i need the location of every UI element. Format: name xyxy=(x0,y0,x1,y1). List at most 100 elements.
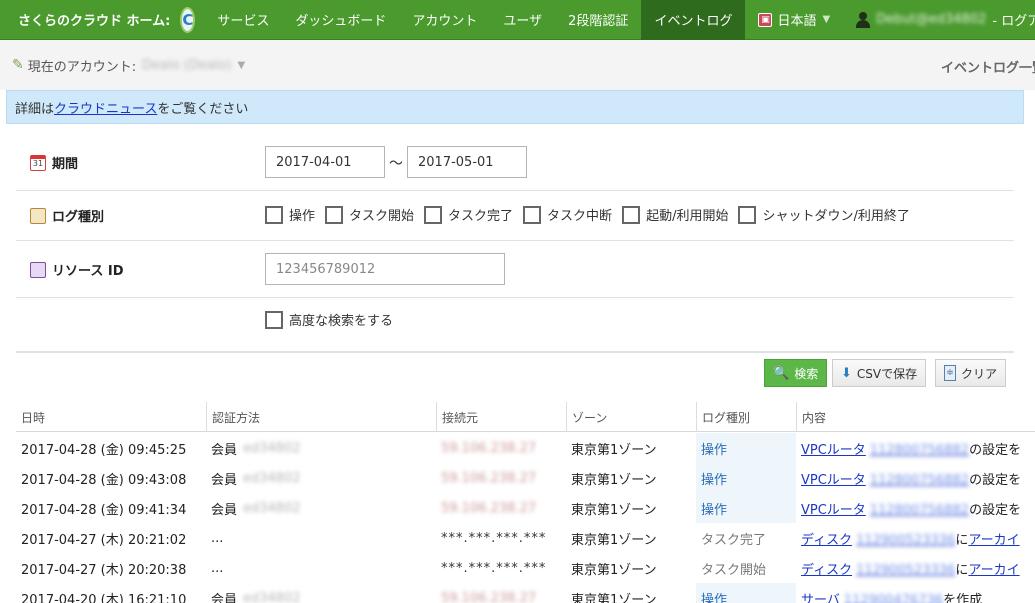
period-to-input[interactable]: 2017-05-01 xyxy=(407,146,527,178)
archive-link[interactable]: アーカイ xyxy=(968,529,1019,548)
archive-link[interactable]: アーカイ xyxy=(968,559,1019,578)
checkbox[interactable] xyxy=(622,205,641,224)
auth-member-id: ed34802 xyxy=(243,440,301,456)
logout-link[interactable]: - ログアウト xyxy=(992,10,1035,29)
auth-method: ... xyxy=(211,560,224,576)
table-row[interactable]: 2017-04-27 (木) 20:20:38... ***.***.***.**… xyxy=(16,553,1035,583)
period-from-input[interactable]: 2017-04-01 xyxy=(265,146,385,178)
search-button-label: 検索 xyxy=(794,366,819,381)
resource-link[interactable]: ディスク 112900523336 xyxy=(801,559,955,578)
log-type-option-task-abort[interactable]: タスク中断 xyxy=(523,205,612,224)
checkbox[interactable] xyxy=(325,205,344,224)
cell-auth: 会員 ed34802 xyxy=(206,493,436,523)
account-name[interactable]: Dealo (Dealo) xyxy=(142,58,231,73)
action-text: に xyxy=(955,532,969,548)
nav-dashboard[interactable]: ダッシュボード xyxy=(282,0,399,40)
resource-link[interactable]: VPCルータ 112800756882 xyxy=(801,469,969,488)
chevron-down-icon: ▼ xyxy=(822,14,831,25)
period-separator: 〜 xyxy=(389,156,403,172)
cell-zone: 東京第1ゾーン xyxy=(571,562,657,578)
column-content[interactable]: 内容 xyxy=(796,402,1035,432)
auth-method: 会員 xyxy=(211,502,238,518)
resource-icon xyxy=(30,261,46,278)
column-log-type[interactable]: ログ種別 xyxy=(696,402,796,432)
checkbox[interactable] xyxy=(523,205,542,224)
log-type-icon xyxy=(30,207,46,224)
column-auth[interactable]: 認証方法 xyxy=(206,402,436,432)
resource-id: 112800756882 xyxy=(869,442,970,458)
source-ip: ***.***.***.*** xyxy=(441,560,547,576)
resource-link[interactable]: VPCルータ 112800756882 xyxy=(801,439,969,458)
csv-save-button[interactable]: ⬇ CSVで保存 xyxy=(832,359,927,387)
cloud-news-link[interactable]: クラウドニュース xyxy=(54,98,157,117)
nav-two-factor[interactable]: 2段階認証 xyxy=(555,0,641,40)
log-type-row: ログ種別 操作 タスク開始 タスク完了 タスク中断 起動/利用開始 シャットダウ… xyxy=(16,191,1014,241)
cell-datetime: 2017-04-28 (金) 09:45:25 xyxy=(21,442,187,458)
search-button[interactable]: 🔍 検索 xyxy=(764,359,828,387)
log-type-option-task-complete[interactable]: タスク完了 xyxy=(424,205,513,224)
auth-member-id: ed34802 xyxy=(243,470,301,486)
option-label: タスク完了 xyxy=(448,209,514,224)
table-row[interactable]: 2017-04-28 (金) 09:43:08 会員 ed34802 59.106.2… xyxy=(16,463,1035,493)
user-menu[interactable]: Debut@ed34802 - ログアウト xyxy=(843,0,1035,40)
account-bar: ✎ 現在のアカウント: Dealo (Dealo) ▼ イベントログ一覧 xyxy=(0,40,1035,90)
auth-method: 会員 xyxy=(211,442,238,458)
download-icon: ⬇ xyxy=(841,365,852,381)
calendar-icon: 31 xyxy=(30,154,46,171)
nav-account[interactable]: アカウント xyxy=(399,0,490,40)
checkbox[interactable] xyxy=(424,205,443,224)
advanced-search-option: 高度な検索をする xyxy=(265,310,403,329)
cell-content: ディスク 112900523336 にアーカイ xyxy=(796,553,1035,583)
resource-id: 112800756882 xyxy=(869,472,970,488)
log-type-option-operation[interactable]: 操作 xyxy=(265,205,315,224)
period-row: 31 期間 2017-04-01 〜 2017-05-01 xyxy=(16,134,1014,191)
csv-save-label: CSVで保存 xyxy=(856,366,918,381)
nav-services[interactable]: サービス xyxy=(204,0,282,40)
cell-zone: 東京第1ゾーン xyxy=(571,592,657,603)
resource-id-row: リソース ID 123456789012 xyxy=(16,241,1014,298)
brand-home-link[interactable]: さくらのクラウド ホーム: xyxy=(0,10,170,29)
log-type-option-boot[interactable]: 起動/利用開始 xyxy=(622,205,728,224)
resource-link[interactable]: VPCルータ 112800756882 xyxy=(801,499,969,518)
log-type-label: ログ種別 xyxy=(30,206,104,225)
checkbox[interactable] xyxy=(265,205,283,224)
checkbox[interactable] xyxy=(738,205,757,224)
table-row[interactable]: 2017-04-28 (金) 09:45:25 会員 ed34802 59.106.2… xyxy=(16,433,1035,463)
resource-id-label: リソース ID xyxy=(30,260,124,279)
nav-users[interactable]: ユーザ xyxy=(490,0,555,40)
advanced-search-checkbox[interactable]: 高度な検索をする xyxy=(265,310,393,329)
resource-link[interactable]: サーバ 112900476736 xyxy=(801,589,943,603)
checkbox[interactable] xyxy=(265,310,283,329)
cell-auth: ... xyxy=(206,523,436,553)
event-log-table-header: 日時 認証方法 接続元 ゾーン ログ種別 内容 xyxy=(16,402,1035,432)
period-label-text: 期間 xyxy=(52,157,79,172)
resource-type: VPCルータ xyxy=(801,442,866,458)
source-ip: ***.***.***.*** xyxy=(441,530,547,546)
log-type-option-task-start[interactable]: タスク開始 xyxy=(325,205,414,224)
cell-log-type: 操作 xyxy=(696,433,796,463)
cell-log-type: 操作 xyxy=(696,583,796,603)
resource-link[interactable]: ディスク 112900523336 xyxy=(801,529,955,548)
resource-id: 112800756882 xyxy=(869,502,970,518)
chevron-down-icon[interactable]: ▼ xyxy=(237,60,245,71)
column-zone[interactable]: ゾーン xyxy=(566,402,696,432)
cell-datetime: 2017-04-20 (木) 16:21:10 xyxy=(21,592,187,603)
clear-button[interactable]: ≑ クリア xyxy=(935,359,1007,387)
column-datetime[interactable]: 日時 xyxy=(16,402,206,432)
refresh-icon[interactable]: C xyxy=(180,6,196,33)
table-row[interactable]: 2017-04-28 (金) 09:41:34 会員 ed34802 59.106.2… xyxy=(16,493,1035,523)
log-type-option-shutdown[interactable]: シャットダウン/利用終了 xyxy=(738,205,910,224)
table-row[interactable]: 2017-04-20 (木) 16:21:10 会員 ed34802 59.106.2… xyxy=(16,583,1035,603)
nav-event-log[interactable]: イベントログ xyxy=(641,0,746,40)
auth-member-id: ed34802 xyxy=(243,590,301,603)
cell-zone: 東京第1ゾーン xyxy=(571,502,657,518)
resource-id-input[interactable]: 123456789012 xyxy=(265,253,505,285)
cell-source: ***.***.***.*** xyxy=(436,553,566,583)
table-row[interactable]: 2017-04-27 (木) 20:21:02... ***.***.***.**… xyxy=(16,523,1035,553)
cell-log-type: 操作 xyxy=(696,493,796,523)
language-selector[interactable]: ▣ 日本語 ▼ xyxy=(745,0,843,40)
option-label: シャットダウン/利用終了 xyxy=(762,209,910,224)
column-source[interactable]: 接続元 xyxy=(436,402,566,432)
period-label: 31 期間 xyxy=(30,153,78,172)
resource-type: VPCルータ xyxy=(801,502,866,518)
